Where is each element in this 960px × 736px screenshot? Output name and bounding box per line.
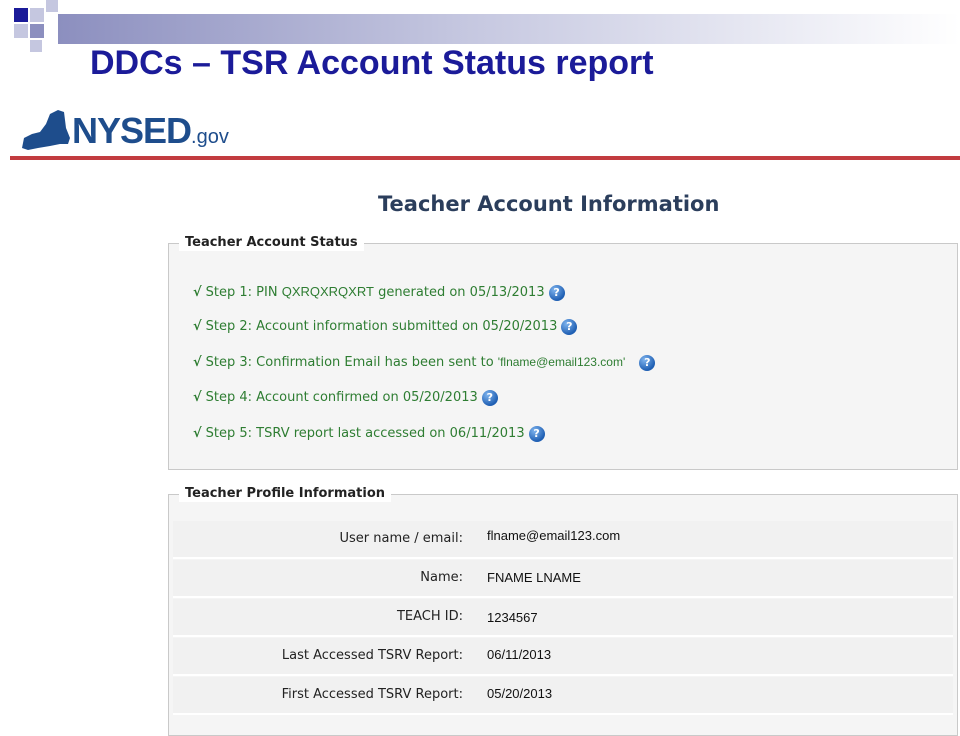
logo-wordmark: NYSED.gov [72,110,229,151]
help-icon[interactable]: ? [561,318,578,335]
decor-square-4 [30,24,44,38]
account-status-panel: Teacher Account Status √ Step 1: PIN QXRQ… [168,235,958,470]
check-icon: √ [193,426,202,441]
status-step-1: √ Step 1: PIN QXRQXRQXRT generated on 05/… [193,283,565,302]
decor-header-bar [58,14,960,44]
decor-square-6 [30,40,42,52]
slide-title: DDCs – TSR Account Status report [90,44,654,82]
status-step-2: √ Step 2: Account information submitted o… [193,318,578,336]
header-divider [10,156,960,160]
decor-square-1 [14,8,28,22]
status-step-4: √ Step 4: Account confirmed on 05/20/2013… [193,389,498,407]
check-icon: √ [193,319,202,334]
status-step-5: √ Step 5: TSRV report last accessed on 06… [193,425,545,443]
nysed-logo: NYSED.gov [20,108,240,154]
profile-row-first-accessed: First Accessed TSRV Report: 05/20/2013 [173,677,953,715]
profile-row-last-accessed: Last Accessed TSRV Report: 06/11/2013 [173,638,953,676]
check-icon: √ [193,390,202,405]
profile-info-legend: Teacher Profile Information [179,486,392,502]
row-value: FNAME LNAME [487,570,581,585]
check-icon: √ [193,355,202,370]
decor-square-3 [14,24,28,38]
row-label: Last Accessed TSRV Report: [281,648,463,663]
ny-state-icon [22,110,70,150]
account-status-legend: Teacher Account Status [179,235,364,251]
row-value: 1234567 [487,610,538,625]
decor-square-2 [30,8,44,22]
profile-info-panel: Teacher Profile Information User name / … [168,486,958,736]
check-icon: √ [193,285,202,300]
help-icon[interactable]: ? [528,425,545,442]
status-step-3: √ Step 3: Confirmation Email has been sen… [193,353,656,372]
row-label: User name / email: [339,531,463,546]
profile-row-name: Name: FNAME LNAME [173,560,953,598]
profile-row-teach-id: TEACH ID: 1234567 [173,599,953,637]
row-label: TEACH ID: [396,609,463,624]
help-icon[interactable]: ? [481,389,498,406]
page-heading: Teacher Account Information [378,192,720,216]
row-value: flname@email123.com [487,528,621,543]
confirmation-email: 'flname@email123.com' [497,355,626,369]
row-value: 06/11/2013 [487,647,552,662]
help-icon[interactable]: ? [639,354,656,371]
row-label: Name: [420,570,463,585]
help-icon[interactable]: ? [548,284,565,301]
row-label: First Accessed TSRV Report: [281,687,463,702]
row-value: 05/20/2013 [487,686,553,701]
profile-row-email: User name / email: flname@email123.com [173,521,953,559]
decor-square-5 [46,0,58,12]
